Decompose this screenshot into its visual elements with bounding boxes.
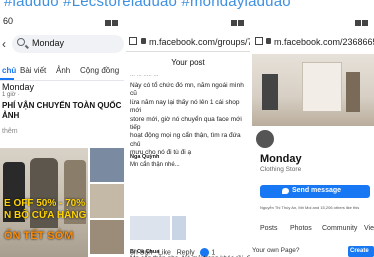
- comment-image[interactable]: [172, 216, 186, 240]
- group-post-screen: m.facebook.com/groups/7 Your post ... ..…: [126, 14, 250, 257]
- status-icons: [104, 18, 120, 26]
- garment-graphic: [262, 74, 278, 110]
- search-bar: ‹ Monday: [0, 34, 124, 54]
- commenter-name[interactable]: Nga Quỳnh: [130, 154, 246, 162]
- page-category: Clothing Store: [260, 166, 302, 173]
- see-more-link[interactable]: thêm: [2, 128, 18, 135]
- messenger-icon: [282, 188, 289, 194]
- likes-summary: Nguyễn Thị Thúy An, Mri Mol and 15,206 o…: [260, 205, 360, 210]
- tab-community[interactable]: Community: [322, 225, 357, 232]
- thumbnail[interactable]: [90, 184, 124, 218]
- hashtag-banner: #lauduo #Lecstoreladuao #mondayladuao: [0, 0, 374, 12]
- page-profile-screen: m.facebook.com/23686656C Monday Clothing…: [252, 14, 374, 257]
- own-page-prompt: Your own Page?: [252, 247, 300, 254]
- tab-home[interactable]: chủ: [2, 66, 16, 75]
- page-tabs: Posts Photos Community Vie: [252, 223, 374, 237]
- tab-view[interactable]: Vie: [364, 225, 374, 232]
- send-message-button[interactable]: Send message: [260, 185, 370, 198]
- lock-icon: [141, 38, 146, 44]
- comment-body: Này có tổ chức đó mn, năm ngoái mình cũ …: [130, 82, 244, 157]
- comment-text: Mn cẩn thận nhé...: [130, 161, 180, 168]
- result-timestamp: 1 giờ ·: [2, 92, 20, 98]
- status-time: 60: [3, 16, 14, 26]
- search-input[interactable]: Monday: [12, 35, 124, 53]
- result-title-line1: PHÍ VẬN CHUYỂN TOÀN QUỐC - GIẢ: [2, 101, 124, 110]
- status-icons: [230, 18, 246, 26]
- result-post-title: PHÍ VẬN CHUYỂN TOÀN QUỐC - GIẢ ẢNH: [2, 101, 124, 121]
- lock-icon: [266, 38, 271, 44]
- second-comment: Bí Ca Chua Mn cẩn thận nha. Nó mở trang …: [130, 249, 250, 257]
- garment-graphic: [346, 72, 360, 112]
- search-icon: [17, 38, 25, 46]
- active-tab-underline: [0, 78, 14, 80]
- photo-thumbnails: [90, 148, 124, 257]
- send-message-label: Send message: [292, 187, 342, 194]
- avatar[interactable]: [254, 128, 276, 150]
- browser-url-bar[interactable]: m.facebook.com/23686656C: [252, 34, 374, 52]
- create-button[interactable]: Create: [348, 246, 374, 257]
- status-bar: [252, 14, 374, 28]
- screenshot-collage: #lauduo #Lecstoreladuao #mondayladuao 60…: [0, 0, 374, 257]
- home-icon[interactable]: [255, 37, 263, 45]
- tab-posts[interactable]: Posts: [260, 225, 278, 232]
- comment-image[interactable]: [130, 216, 170, 240]
- post-header-title: Your post: [171, 58, 205, 67]
- cover-photo[interactable]: [252, 54, 374, 126]
- search-tabs: chủ Bài viết Ảnh Cộng đồng: [0, 63, 124, 81]
- url-text: m.facebook.com/23686656C: [274, 37, 374, 47]
- sale-ad-image[interactable]: E OFF 50% - 70% N BỘ CỬA HÀNG ỐN TẾT SỚM: [0, 148, 88, 257]
- comment-thread: ... ... ..... ... Này có tổ chức đó mn, …: [130, 72, 246, 257]
- clothing-rack-graphic: [302, 62, 342, 112]
- result-title-line2: ẢNH: [2, 111, 20, 120]
- ad-text-tet: ỐN TẾT SỚM: [4, 230, 74, 242]
- search-query: Monday: [32, 38, 65, 48]
- url-text: m.facebook.com/groups/7: [149, 37, 250, 47]
- status-bar: [126, 14, 250, 28]
- tab-posts[interactable]: Bài viết: [20, 66, 46, 75]
- home-icon[interactable]: [129, 37, 137, 45]
- ad-text-store: N BỘ CỬA HÀNG: [4, 210, 87, 221]
- tab-photos[interactable]: Photos: [290, 225, 312, 232]
- page-title: Monday: [260, 153, 302, 165]
- search-results-screen: 60 ‹ Monday chủ Bài viết Ảnh Cộng đồng M…: [0, 14, 124, 257]
- tab-community[interactable]: Cộng đồng: [80, 66, 119, 75]
- back-arrow-icon[interactable]: ‹: [2, 37, 6, 51]
- browser-url-bar[interactable]: m.facebook.com/groups/7: [126, 34, 250, 52]
- tab-photos[interactable]: Ảnh: [56, 66, 70, 75]
- reply-card: Nga Quỳnh Mn cẩn thận nhé...: [130, 154, 246, 169]
- cutoff-text: ... ... ..... ...: [130, 72, 159, 78]
- status-icons: [354, 18, 370, 26]
- thumbnail[interactable]: [90, 220, 124, 254]
- status-bar: 60: [0, 14, 124, 28]
- thumbnail[interactable]: [90, 148, 124, 182]
- ad-text-discount: E OFF 50% - 70%: [4, 198, 86, 209]
- own-page-prompt-row: Your own Page? Create: [252, 246, 374, 257]
- result-page-name[interactable]: Monday: [2, 82, 34, 92]
- hashtag-text: #lauduo #Lecstoreladuao #mondayladuao: [4, 0, 291, 10]
